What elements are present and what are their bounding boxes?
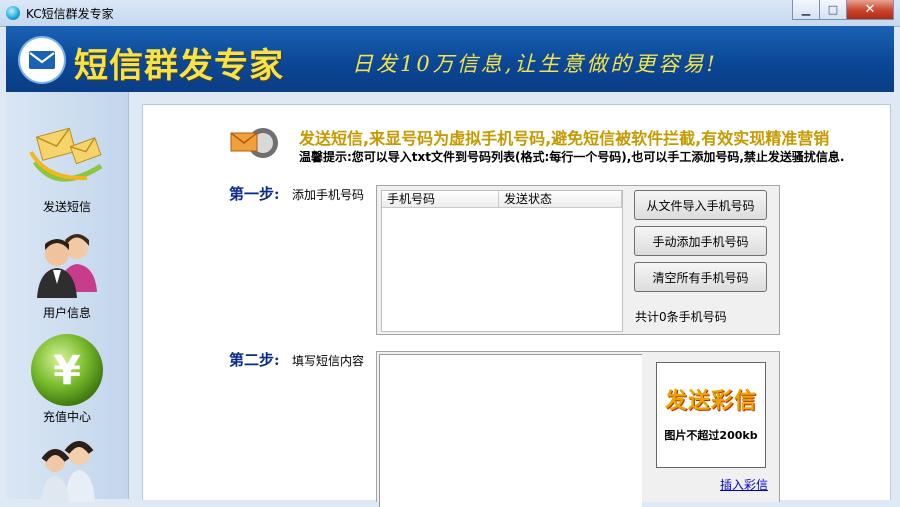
close-button[interactable]: ✕: [847, 0, 894, 20]
phone-count: 共计0条手机号码: [635, 310, 727, 324]
mms-image-box[interactable]: 发送彩信 图片不超过200kb: [656, 362, 766, 468]
sidebar-item-label: 充值中心: [42, 410, 91, 424]
import-from-file-button[interactable]: 从文件导入手机号码: [634, 190, 767, 220]
close-icon: ✕: [864, 2, 876, 17]
mms-title: 发送彩信: [664, 389, 757, 414]
maximize-icon: □: [827, 3, 839, 16]
list-header: 手机号码 发送状态: [382, 191, 622, 208]
sidebar: 发送短信 用户信息 ¥ 充值中心: [6, 92, 129, 502]
sidebar-item-label: 用户信息: [42, 306, 91, 320]
column-send-status[interactable]: 发送状态: [499, 191, 622, 207]
app-header: 短信群发专家 日发10万信息,让生意做的更容易!: [6, 26, 894, 92]
window-controls: ▁ □ ✕: [792, 0, 894, 20]
sidebar-item-customer-service[interactable]: [6, 432, 128, 502]
sidebar-item-user-info[interactable]: 用户信息: [6, 228, 128, 321]
mms-size-limit: 图片不超过200kb: [664, 429, 758, 442]
sms-envelopes-icon: [27, 122, 107, 192]
step1-desc: 添加手机号码: [292, 188, 365, 202]
minimize-button[interactable]: ▁: [792, 0, 820, 20]
sms-content-input[interactable]: [379, 354, 642, 507]
envelope-logo-icon: [20, 38, 64, 82]
phone-number-list[interactable]: 手机号码 发送状态: [381, 190, 623, 332]
clear-all-button[interactable]: 清空所有手机号码: [634, 262, 767, 292]
step2-title: 第二步:: [229, 351, 280, 369]
step2-desc: 填写短信内容: [292, 354, 365, 368]
customer-service-icon: [27, 432, 107, 502]
maximize-button[interactable]: □: [820, 0, 847, 20]
header-slogan: 日发10万信息,让生意做的更容易!: [352, 52, 718, 76]
sidebar-item-recharge[interactable]: ¥ 充值中心: [6, 332, 128, 425]
app-icon: [6, 6, 20, 20]
svg-text:¥: ¥: [53, 348, 81, 394]
banner-tip: 温馨提示:您可以导入txt文件到号码列表(格式:每行一个号码),也可以手工添加号…: [299, 150, 845, 164]
brand-title: 短信群发专家: [74, 46, 284, 86]
banner-title: 发送短信,来显号码为虚拟手机号码,避免短信被软件拦截,有效实现精准营销: [299, 129, 830, 148]
send-mail-icon: [229, 125, 281, 161]
add-manually-button[interactable]: 手动添加手机号码: [634, 226, 767, 256]
minimize-icon: ▁: [801, 3, 811, 16]
title-bar: KC短信群发专家 ▁ □ ✕: [0, 0, 900, 27]
window-title: KC短信群发专家: [26, 7, 114, 21]
users-icon: [27, 228, 107, 298]
main-panel: 发送短信,来显号码为虚拟手机号码,避免短信被软件拦截,有效实现精准营销 温馨提示…: [142, 104, 891, 507]
insert-mms-link[interactable]: 插入彩信: [720, 476, 768, 493]
step1-title: 第一步:: [229, 185, 280, 203]
step2-groupbox: 发送彩信 图片不超过200kb 插入彩信: [376, 351, 780, 507]
step1-groupbox: 手机号码 发送状态 从文件导入手机号码 手动添加手机号码 清空所有手机号码 共计…: [376, 185, 780, 335]
yen-icon: ¥: [27, 332, 107, 406]
sidebar-item-send-sms[interactable]: 发送短信: [6, 122, 128, 215]
sidebar-item-label: 发送短信: [42, 200, 91, 214]
column-phone-number[interactable]: 手机号码: [382, 191, 499, 207]
